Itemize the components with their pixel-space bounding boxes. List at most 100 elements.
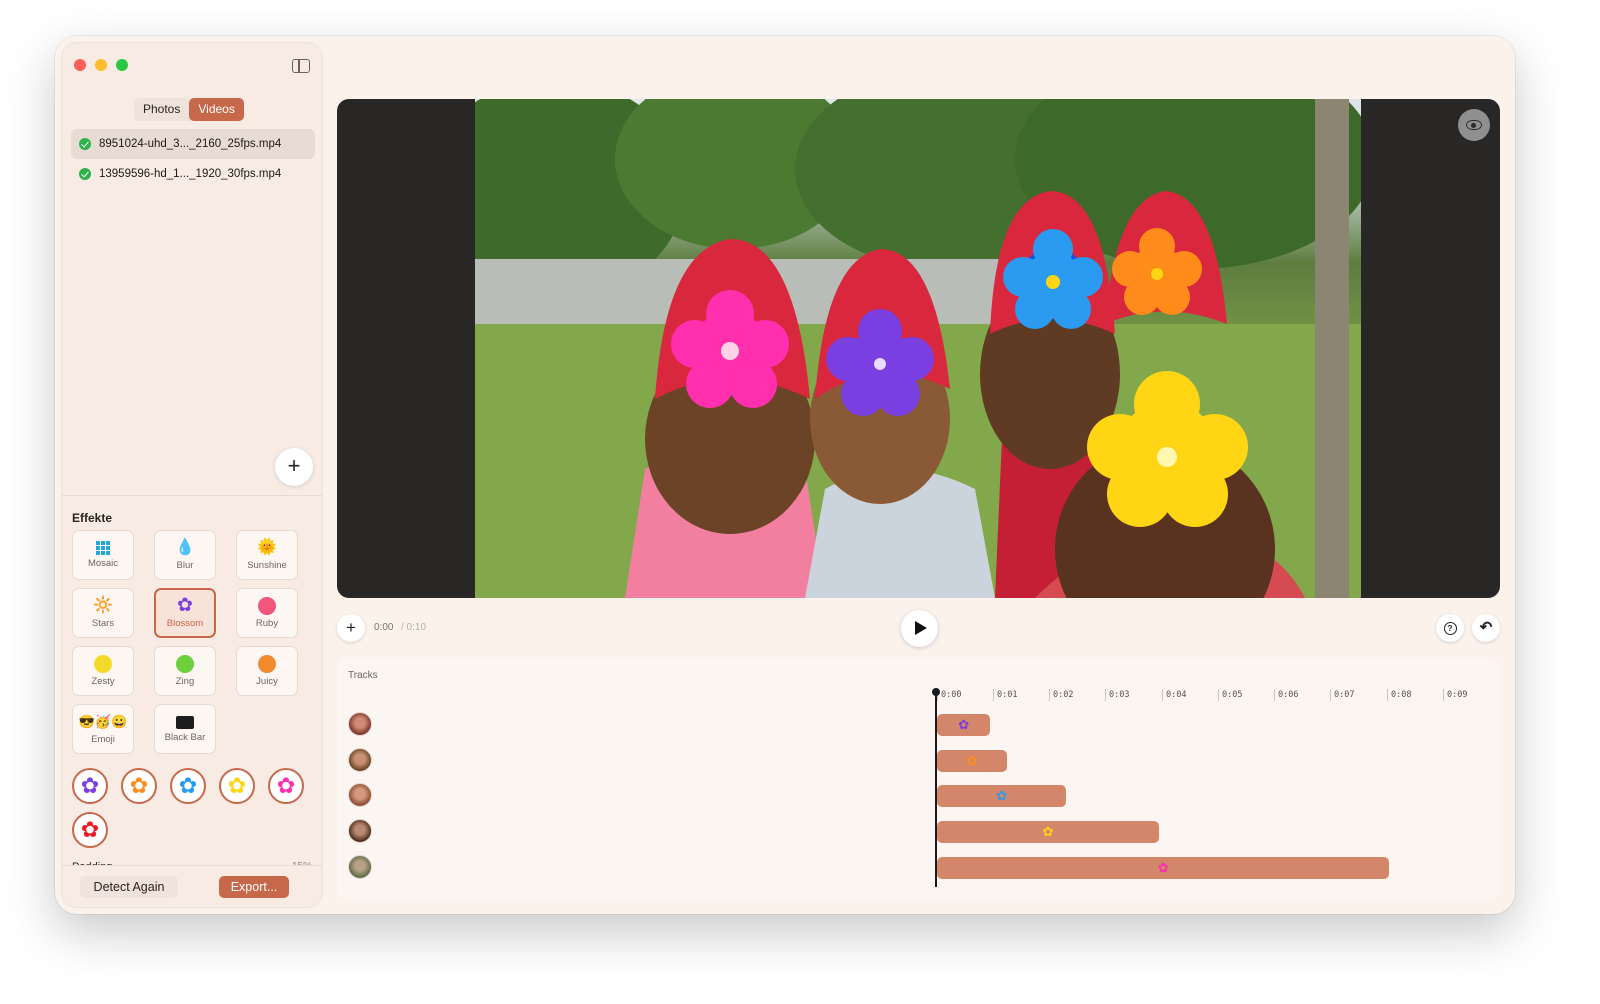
sidebar-toggle-icon[interactable] (292, 59, 310, 73)
time-ruler[interactable]: 0:00 0:01 0:02 0:03 0:04 0:05 0:06 0:07 … (937, 689, 1497, 703)
droplet-icon: 💧 (175, 539, 195, 556)
juicy-face-icon (258, 655, 276, 673)
sparkle-icon: 🔆 (93, 597, 113, 614)
effect-label: Emoji (91, 734, 115, 745)
add-file-button[interactable]: + (275, 448, 313, 486)
sun-face-icon: 🌞 (257, 539, 277, 556)
blossom-icon: ✿ (177, 595, 193, 616)
flower-icon: ✿ (276, 773, 296, 798)
effect-label: Mosaic (87, 558, 119, 569)
ruler-tick: 0:08 (1387, 689, 1411, 701)
effect-zesty[interactable]: Zesty (72, 646, 134, 696)
effects-title: Effekte (72, 511, 113, 525)
flower-icon: ✿ (1042, 824, 1054, 839)
ruler-tick: 0:00 (937, 689, 961, 701)
help-button[interactable]: ? (1436, 614, 1464, 642)
flower-icon: ✿ (178, 773, 198, 798)
black-bar-icon (176, 715, 194, 729)
effects-grid: Mosaic 💧 Blur 🌞 Sunshine 🔆 Stars ✿ Bloss… (72, 530, 298, 754)
track-bar[interactable]: ✿ (937, 821, 1159, 843)
tab-videos[interactable]: Videos (189, 98, 244, 121)
effect-mosaic[interactable]: Mosaic (72, 530, 134, 580)
effect-blur[interactable]: 💧 Blur (154, 530, 216, 580)
effect-blossom[interactable]: ✿ Blossom (154, 588, 216, 638)
track-bar[interactable]: ✿ (937, 785, 1067, 807)
effect-label: Black Bar (164, 731, 206, 743)
window-controls (74, 59, 128, 71)
timeline: Tracks 0:00 0:01 0:02 0:03 0:04 0:05 0:0… (337, 659, 1500, 899)
sidebar: Photos Videos 8951024-uhd_3..._2160_25fp… (61, 42, 323, 908)
zoom-window-button[interactable] (116, 59, 128, 71)
flower-color-blue[interactable]: ✿ (170, 768, 206, 804)
checkmark-icon (79, 168, 91, 180)
effect-label: Ruby (255, 618, 279, 629)
toggle-preview-button[interactable] (1458, 109, 1490, 141)
media-type-switch: Photos Videos (134, 98, 244, 121)
emoji-icon: 😎🥳😀 (78, 714, 128, 729)
flower-icon: ✿ (227, 773, 247, 798)
undo-icon: ↶ (1479, 619, 1493, 636)
add-track-button[interactable]: + (337, 614, 365, 642)
minimize-window-button[interactable] (95, 59, 107, 71)
face-thumbnail (348, 783, 372, 807)
flower-icon: ✿ (958, 717, 970, 732)
divider (62, 495, 322, 496)
sidebar-footer: Detect Again Export... (62, 865, 322, 907)
effect-ruby[interactable]: Ruby (236, 588, 298, 638)
playhead[interactable] (932, 688, 940, 887)
video-frame (475, 99, 1361, 598)
export-button[interactable]: Export... (219, 876, 289, 898)
file-item[interactable]: 13959596-hd_1..._1920_30fps.mp4 (71, 159, 315, 189)
video-preview[interactable] (337, 99, 1500, 598)
ruler-tick: 0:03 (1105, 689, 1129, 701)
effect-juicy[interactable]: Juicy (236, 646, 298, 696)
close-window-button[interactable] (74, 59, 86, 71)
ruby-face-icon (258, 597, 276, 615)
video-frame-illustration (475, 99, 1361, 598)
effect-label: Zing (175, 676, 195, 687)
plus-icon: + (346, 618, 356, 637)
effect-label: Stars (91, 618, 115, 629)
face-thumbnail (348, 748, 372, 772)
play-button[interactable] (901, 610, 938, 647)
app-window: Photos Videos 8951024-uhd_3..._2160_25fp… (55, 36, 1515, 914)
current-time: 0:00 (374, 622, 394, 633)
flower-icon: ✿ (129, 773, 149, 798)
effect-label: Blur (176, 560, 194, 571)
flower-color-red[interactable]: ✿ (72, 812, 108, 848)
ruler-tick: 0:09 (1443, 689, 1467, 701)
playback-bar: + 0:00 / 0:10 ? ↶ (337, 609, 1500, 647)
effect-label: Juicy (256, 676, 278, 687)
flower-icon: ✿ (80, 773, 100, 798)
flower-color-yellow[interactable]: ✿ (219, 768, 255, 804)
ruler-tick: 0:02 (1049, 689, 1073, 701)
effect-sunshine[interactable]: 🌞 Sunshine (236, 530, 298, 580)
checkmark-icon (79, 138, 91, 150)
zesty-face-icon (94, 655, 112, 673)
ruler-tick: 0:01 (993, 689, 1017, 701)
flower-icon: ✿ (80, 817, 100, 842)
ruler-tick: 0:07 (1330, 689, 1354, 701)
effect-stars[interactable]: 🔆 Stars (72, 588, 134, 638)
file-name: 8951024-uhd_3..._2160_25fps.mp4 (99, 138, 282, 150)
file-item[interactable]: 8951024-uhd_3..._2160_25fps.mp4 (71, 129, 315, 159)
flower-color-purple[interactable]: ✿ (72, 768, 108, 804)
ruler-tick: 0:04 (1162, 689, 1186, 701)
effect-emoji[interactable]: 😎🥳😀 Emoji (72, 704, 134, 754)
face-thumbnail (348, 855, 372, 879)
track-bar[interactable]: ✿ (937, 750, 1008, 772)
effect-black-bar[interactable]: Black Bar (154, 704, 216, 754)
undo-button[interactable]: ↶ (1472, 614, 1500, 642)
flower-color-pink[interactable]: ✿ (268, 768, 304, 804)
mosaic-icon (96, 541, 110, 555)
track-bar[interactable]: ✿ (937, 714, 991, 736)
effect-label: Zesty (91, 676, 115, 687)
tab-photos[interactable]: Photos (134, 98, 189, 121)
flower-color-orange[interactable]: ✿ (121, 768, 157, 804)
flower-icon: ✿ (966, 753, 978, 768)
detect-again-button[interactable]: Detect Again (80, 876, 178, 898)
effect-zing[interactable]: Zing (154, 646, 216, 696)
track-bar[interactable]: ✿ (937, 857, 1390, 879)
plus-icon: + (287, 453, 301, 478)
zing-face-icon (176, 655, 194, 673)
